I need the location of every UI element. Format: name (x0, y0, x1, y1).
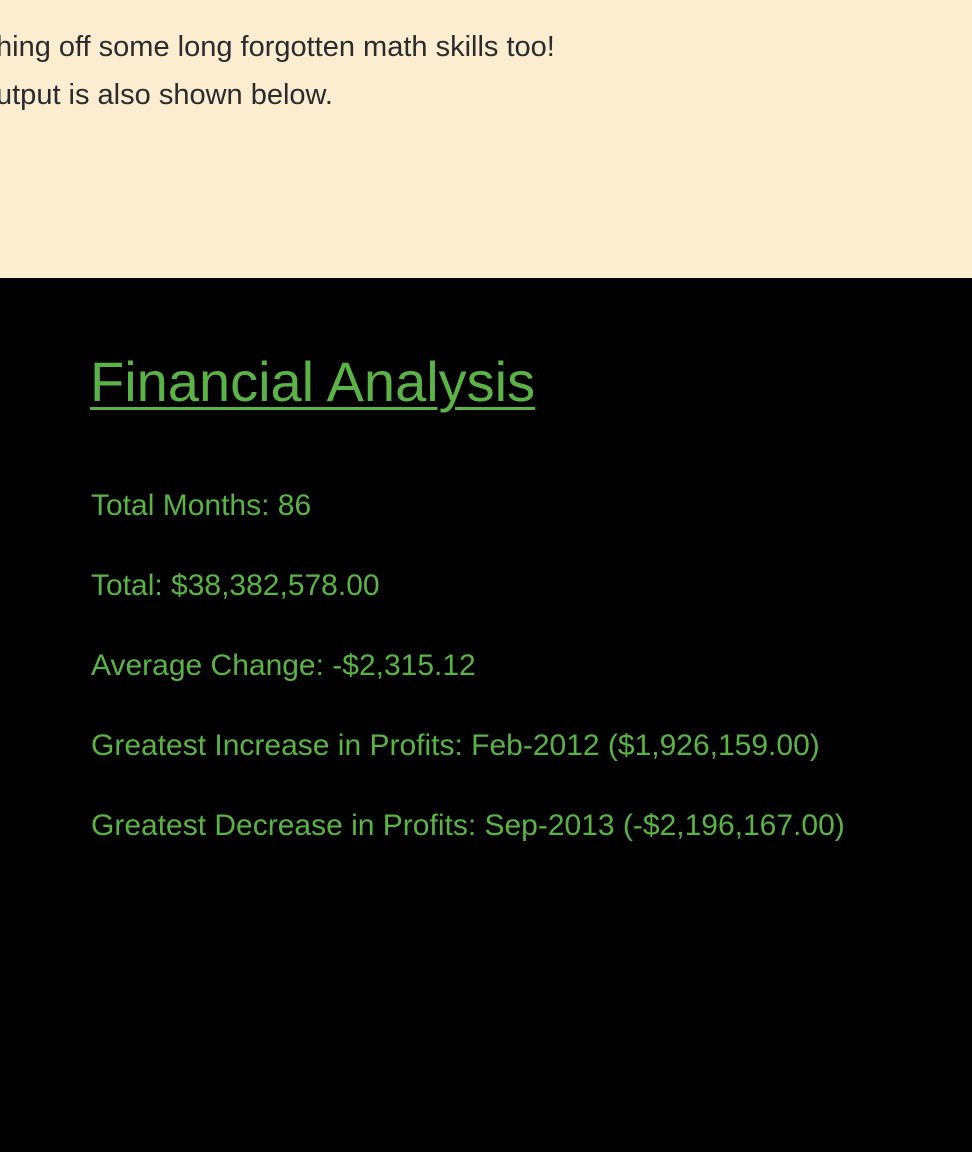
financial-analysis-title-link[interactable]: Financial Analysis (90, 348, 535, 416)
average-change-line: Average Change: -$2,315.12 (91, 649, 476, 682)
greatest-increase-line: Greatest Increase in Profits: Feb-2012 (… (91, 729, 820, 762)
greatest-decrease-line: Greatest Decrease in Profits: Sep-2013 (… (91, 809, 845, 842)
total-months-line: Total Months: 86 (91, 489, 312, 522)
intro-text-line-2: utput is also shown below. (0, 79, 333, 111)
financial-analysis-output: Financial Analysis Total Months: 86 Tota… (0, 278, 972, 1152)
total-line: Total: $38,382,578.00 (91, 569, 380, 602)
intro-section: hing off some long forgotten math skills… (0, 0, 972, 278)
intro-text-line-1: hing off some long forgotten math skills… (0, 31, 555, 63)
